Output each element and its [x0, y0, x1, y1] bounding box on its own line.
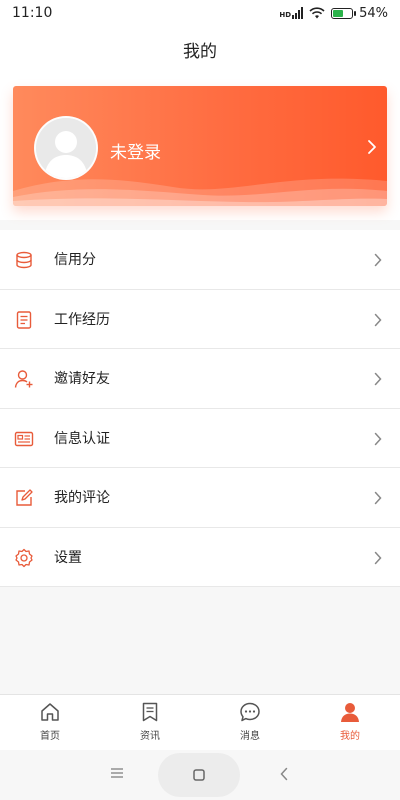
- bookmark-icon: [142, 702, 158, 722]
- profile-section: 未登录: [0, 72, 400, 220]
- home-button[interactable]: [158, 753, 240, 797]
- gear-icon: [15, 548, 33, 567]
- square-icon: [193, 769, 205, 781]
- chevron-right-icon: [374, 551, 382, 564]
- nav-label: 我的: [340, 731, 360, 742]
- battery-percent: 54%: [359, 5, 388, 21]
- status-time: 11:10: [12, 5, 53, 21]
- menu-item-my-comments[interactable]: 我的评论: [0, 468, 400, 528]
- edit-icon: [16, 489, 33, 506]
- menu-list: 信用分 工作经历 邀请好友 信息认证 我的评论 设置: [0, 230, 400, 587]
- menu-item-invite-friends[interactable]: 邀请好友: [0, 349, 400, 409]
- wifi-icon: [309, 7, 325, 19]
- nav-label: 首页: [40, 731, 60, 742]
- login-label[interactable]: 未登录: [110, 138, 161, 163]
- battery-icon: [331, 7, 357, 19]
- status-indicators: HD 54%: [279, 6, 388, 21]
- menu-item-credit-score[interactable]: 信用分: [0, 230, 400, 290]
- home-icon: [41, 703, 59, 721]
- menu-item-work-history[interactable]: 工作经历: [0, 290, 400, 349]
- profile-card[interactable]: 未登录: [13, 86, 387, 206]
- nav-item-news[interactable]: 资讯: [100, 695, 200, 750]
- page-title: 我的: [183, 41, 217, 62]
- back-icon[interactable]: [279, 767, 289, 781]
- signal-icon: HD: [279, 7, 304, 19]
- chevron-right-icon: [374, 491, 382, 505]
- nav-item-me[interactable]: 我的: [300, 695, 400, 750]
- nav-item-home[interactable]: 首页: [0, 695, 100, 750]
- chevron-right-icon: [374, 253, 382, 267]
- status-bar: 11:10 HD 54%: [0, 0, 400, 26]
- menu-item-settings[interactable]: 设置: [0, 528, 400, 587]
- menu-item-label: 工作经历: [54, 311, 110, 328]
- user-icon: [341, 703, 359, 722]
- database-icon: [16, 251, 32, 269]
- system-nav-bar: [0, 750, 400, 800]
- chevron-right-icon: [374, 313, 382, 326]
- bottom-nav: 首页 资讯 消息 我的: [0, 694, 400, 750]
- menu-item-label: 我的评论: [54, 490, 110, 507]
- default-avatar-icon: [36, 118, 96, 178]
- menu-item-verification[interactable]: 信息认证: [0, 409, 400, 468]
- nav-item-messages[interactable]: 消息: [200, 695, 300, 750]
- avatar[interactable]: [34, 116, 98, 180]
- id-card-icon: [14, 431, 34, 446]
- nav-label: 消息: [240, 731, 260, 742]
- menu-item-label: 邀请好友: [54, 371, 110, 388]
- chevron-right-icon: [368, 140, 376, 154]
- chevron-right-icon: [374, 372, 382, 386]
- nav-label: 资讯: [140, 731, 160, 742]
- menu-icon[interactable]: [110, 767, 124, 779]
- menu-item-label: 信息认证: [54, 430, 110, 447]
- document-icon: [16, 310, 32, 329]
- add-user-icon: [14, 370, 33, 388]
- menu-item-label: 信用分: [54, 252, 96, 269]
- chat-bubble-icon: [240, 702, 260, 722]
- chevron-right-icon: [374, 432, 382, 445]
- page-header: 我的: [0, 26, 400, 72]
- menu-item-label: 设置: [54, 549, 82, 566]
